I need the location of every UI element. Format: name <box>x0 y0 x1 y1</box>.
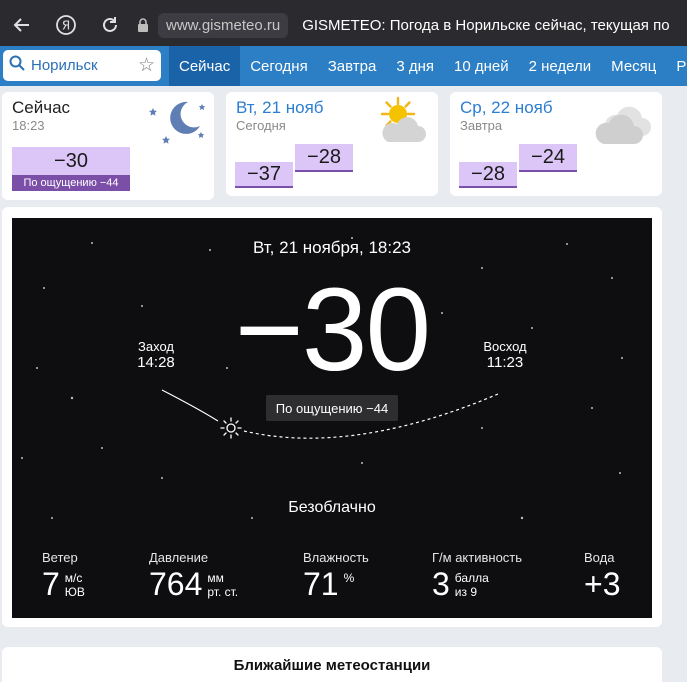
card-tomorrow-high: −24 <box>519 144 577 172</box>
browser-toolbar: Я www.gismeteo.ru GISMETEO: Погода в Нор… <box>0 0 687 50</box>
tab-more[interactable]: Р <box>666 46 687 86</box>
cloud-icon <box>595 106 651 144</box>
stat-pressure: Давление 764 мм рт. ст. <box>149 550 238 601</box>
card-now-time: 18:23 <box>12 118 45 133</box>
stat-wind: Ветер 7 м/с ЮВ <box>42 550 85 601</box>
pressure-unit: мм <box>207 571 224 585</box>
sunset: Заход 14:28 <box>126 339 186 371</box>
card-today-high: −28 <box>295 144 353 172</box>
search-value[interactable]: Норильск <box>31 57 138 74</box>
now-datetime: Вт, 21 ноября, 18:23 <box>253 238 411 257</box>
main-nav: Норильск ☆ Сейчас Сегодня Завтра 3 дня 1… <box>0 46 687 86</box>
stat-geomagnetic: Г/м активность 3 балла из 9 <box>432 550 522 601</box>
url-domain[interactable]: www.gismeteo.ru <box>158 12 289 38</box>
geomag-unit: балла <box>454 571 489 585</box>
favorite-star-icon[interactable]: ☆ <box>138 54 155 77</box>
page-title: GISMETEO: Погода в Норильске сейчас, тек… <box>302 16 670 34</box>
moon-stars-icon <box>149 101 206 144</box>
geomag-label: Г/м активность <box>432 550 523 565</box>
card-today-low: −37 <box>235 162 293 188</box>
stat-water: Вода +3 <box>584 550 620 601</box>
period-tabs: Сейчас Сегодня Завтра 3 дня 10 дней 2 не… <box>169 46 687 86</box>
search-input[interactable]: Норильск ☆ <box>3 50 161 81</box>
pressure-value: 764 <box>149 566 203 602</box>
nearby-stations-card: Ближайшие метеостанции <box>2 647 662 682</box>
sunrise-label: Восход <box>483 339 527 354</box>
stat-humidity: Влажность 71 % <box>303 550 369 601</box>
card-now-feels: По ощущению −44 <box>12 175 130 191</box>
tab-2-weeks[interactable]: 2 недели <box>519 46 602 86</box>
water-value: +3 <box>584 566 621 602</box>
reload-icon[interactable] <box>88 0 132 50</box>
sun-position-icon <box>220 417 242 439</box>
weather-condition: Безоблачно <box>288 499 376 516</box>
card-tomorrow-low: −28 <box>459 162 517 188</box>
sun-cloud-icon <box>380 96 426 142</box>
geomag-scale: из 9 <box>454 585 478 599</box>
now-panel: Вт, 21 ноября, 18:23 −30 Заход 14:28 Вос… <box>12 218 652 618</box>
tab-3-days[interactable]: 3 дня <box>386 46 444 86</box>
search-icon <box>9 55 25 76</box>
card-now-temp: −30 <box>12 147 130 175</box>
sunrise: Восход 11:23 <box>472 339 538 371</box>
now-temperature: −30 <box>234 264 431 396</box>
wind-unit: м/с <box>64 571 83 585</box>
card-tomorrow-sub: Завтра <box>460 118 503 133</box>
water-label: Вода <box>584 550 615 565</box>
tab-month[interactable]: Месяц <box>601 46 666 86</box>
card-now-title: Сейчас <box>12 98 71 117</box>
tab-10-days[interactable]: 10 дней <box>444 46 519 86</box>
card-today-sub: Сегодня <box>236 118 286 133</box>
tab-today[interactable]: Сегодня <box>240 46 318 86</box>
humidity-value: 71 <box>303 566 339 602</box>
nearby-stations-title: Ближайшие метеостанции <box>233 657 431 674</box>
tab-now[interactable]: Сейчас <box>169 46 241 86</box>
card-tomorrow-title: Ср, 22 нояб <box>460 98 553 117</box>
svg-text:Я: Я <box>62 19 70 33</box>
wind-value: 7 <box>42 566 60 602</box>
wind-label: Ветер <box>42 550 78 565</box>
humidity-unit: % <box>343 571 355 585</box>
humidity-label: Влажность <box>303 550 369 565</box>
pressure-unit2: рт. ст. <box>207 585 239 599</box>
card-tomorrow[interactable]: Ср, 22 нояб Завтра −28 −24 <box>450 92 662 196</box>
wind-direction: ЮВ <box>64 585 85 599</box>
back-icon[interactable] <box>0 0 44 50</box>
yandex-icon[interactable]: Я <box>44 0 88 50</box>
sunrise-time: 11:23 <box>486 354 524 371</box>
sunset-time: 14:28 <box>137 354 175 371</box>
card-today[interactable]: Вт, 21 нояб Сегодня −37 −28 <box>226 92 438 196</box>
sunset-label: Заход <box>138 339 174 354</box>
now-feels-like: По ощущению −44 <box>266 395 398 421</box>
lock-icon <box>132 18 154 32</box>
address-bar[interactable]: www.gismeteo.ru GISMETEO: Погода в Норил… <box>132 0 682 50</box>
tab-tomorrow[interactable]: Завтра <box>318 46 387 86</box>
pressure-label: Давление <box>149 550 209 565</box>
card-now[interactable]: Сейчас 18:23 −30 По ощущению −44 <box>2 92 214 200</box>
geomag-value: 3 <box>432 566 450 602</box>
card-today-title: Вт, 21 нояб <box>236 98 324 117</box>
